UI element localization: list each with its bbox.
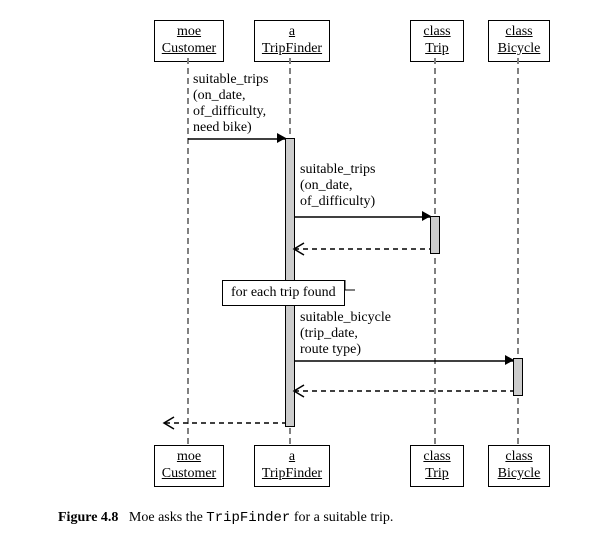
participant-label: moe [177,24,201,39]
participant-label: a [289,24,295,39]
caption-text-after: for a suitable trip. [290,510,393,525]
loop-note: for each trip found [222,280,345,306]
participant-trip-top: class Trip [410,20,464,62]
message-arrow-2 [294,216,430,218]
message-label-1: suitable_trips (on_date, of_difficulty, … [193,72,268,136]
participant-label: TripFinder [262,466,322,481]
message-arrow-3 [294,360,513,362]
note-text: for each trip found [231,285,336,300]
participant-label: a [289,449,295,464]
caption-mono: TripFinder [206,510,290,526]
participant-customer-top: moe Customer [154,20,224,62]
message-label-3: suitable_bicycle (trip_date, route type) [300,310,391,358]
message-label-2: suitable_trips (on_date, of_difficulty) [300,162,375,210]
arrowhead-icon [505,355,514,365]
caption-text-before: Moe asks the [129,510,206,525]
participant-label: Customer [162,41,216,56]
arrowhead-icon [422,211,431,221]
arrowhead-icon [277,133,286,143]
note-corner-icon [345,280,359,294]
participant-label: class [423,24,450,39]
return-arrow-trip [294,248,430,250]
participant-label: class [505,24,532,39]
arrowhead-open-icon [294,243,306,255]
participant-tripfinder-top: a TripFinder [254,20,330,62]
arrowhead-open-icon [294,385,306,397]
participant-label: class [505,449,532,464]
participant-label: Customer [162,466,216,481]
sequence-diagram: moe Customer a TripFinder class Trip cla… [0,0,610,541]
return-arrow-customer [165,422,286,424]
participant-trip-bottom: class Trip [410,445,464,487]
participant-label: class [423,449,450,464]
participant-label: Bicycle [498,41,541,56]
participant-label: TripFinder [262,41,322,56]
activation-bicycle [513,358,523,396]
message-arrow-1 [188,138,285,140]
participant-label: Trip [425,466,449,481]
figure-label: Figure 4.8 [58,510,118,525]
figure-caption: Figure 4.8 Moe asks the TripFinder for a… [58,510,393,526]
arrowhead-open-icon [164,417,176,429]
participant-customer-bottom: moe Customer [154,445,224,487]
participant-label: Trip [425,41,449,56]
participant-tripfinder-bottom: a TripFinder [254,445,330,487]
lifeline-customer [187,58,189,444]
participant-label: moe [177,449,201,464]
participant-label: Bicycle [498,466,541,481]
participant-bicycle-bottom: class Bicycle [488,445,550,487]
return-arrow-bicycle [294,390,513,392]
activation-trip [430,216,440,254]
participant-bicycle-top: class Bicycle [488,20,550,62]
